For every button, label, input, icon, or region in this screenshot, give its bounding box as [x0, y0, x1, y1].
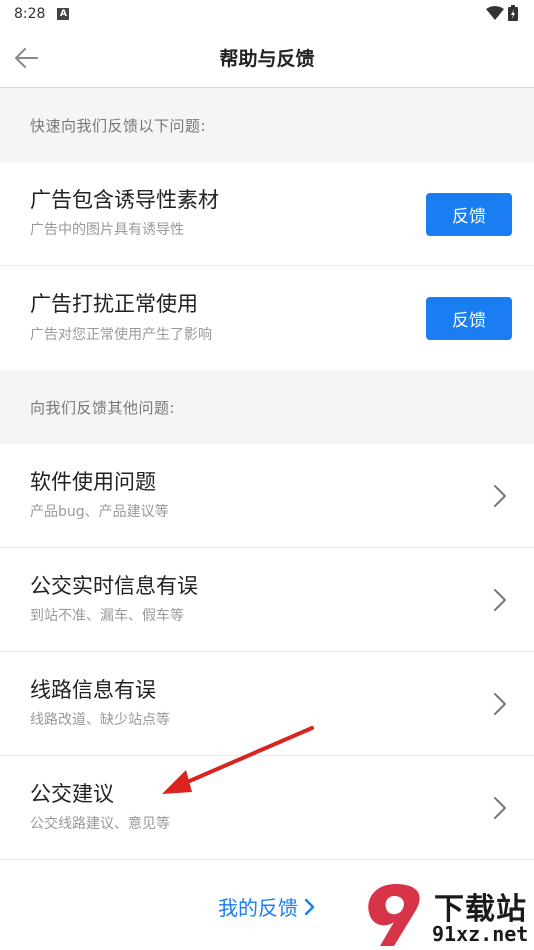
my-feedback-label: 我的反馈	[218, 896, 298, 920]
item-subtitle: 到站不准、漏车、假车等	[30, 608, 184, 625]
battery-icon	[508, 5, 518, 21]
list-item-realtime-error[interactable]: 公交实时信息有误 到站不准、漏车、假车等	[0, 548, 534, 652]
watermark-site: 91xz.net	[432, 922, 529, 946]
chevron-right-icon	[494, 797, 506, 819]
status-bar: 8:28 A	[0, 0, 534, 28]
item-subtitle: 公交线路建议、意见等	[30, 816, 170, 833]
app-header: 帮助与反馈	[0, 28, 534, 88]
status-icons	[486, 5, 518, 21]
watermark: 下载站 91xz.net	[360, 880, 534, 950]
item-title: 公交实时信息有误	[30, 573, 198, 598]
item-subtitle: 线路改道、缺少站点等	[30, 712, 170, 729]
section-label-quick: 快速向我们反馈以下问题:	[0, 88, 534, 162]
ad-item-misleading: 广告包含诱导性素材 广告中的图片具有诱导性 反馈	[0, 162, 534, 266]
notification-icon: A	[57, 8, 70, 20]
page-title: 帮助与反馈	[219, 48, 315, 70]
chevron-right-icon	[494, 589, 506, 611]
feedback-button-disturbing[interactable]: 反馈	[426, 297, 512, 340]
list-item-bus-suggestion[interactable]: 公交建议 公交线路建议、意见等	[0, 756, 534, 860]
chevron-right-icon	[494, 693, 506, 715]
list-item-route-error[interactable]: 线路信息有误 线路改道、缺少站点等	[0, 652, 534, 756]
item-title: 公交建议	[30, 781, 114, 806]
status-time: 8:28	[14, 6, 46, 22]
watermark-logo-icon	[368, 884, 420, 946]
item-subtitle: 产品bug、产品建议等	[30, 504, 169, 521]
arrow-left-icon	[15, 48, 38, 68]
section-label-other: 向我们反馈其他问题:	[0, 370, 534, 444]
ad-item-disturbing: 广告打扰正常使用 广告对您正常使用产生了影响 反馈	[0, 266, 534, 370]
feedback-button-misleading[interactable]: 反馈	[426, 193, 512, 236]
item-title: 线路信息有误	[30, 677, 156, 702]
chevron-right-icon	[304, 898, 315, 915]
chevron-right-icon	[494, 485, 506, 507]
back-button[interactable]	[8, 40, 44, 76]
wifi-icon	[486, 6, 504, 20]
item-title: 软件使用问题	[30, 469, 156, 494]
list-item-software-issue[interactable]: 软件使用问题 产品bug、产品建议等	[0, 444, 534, 548]
